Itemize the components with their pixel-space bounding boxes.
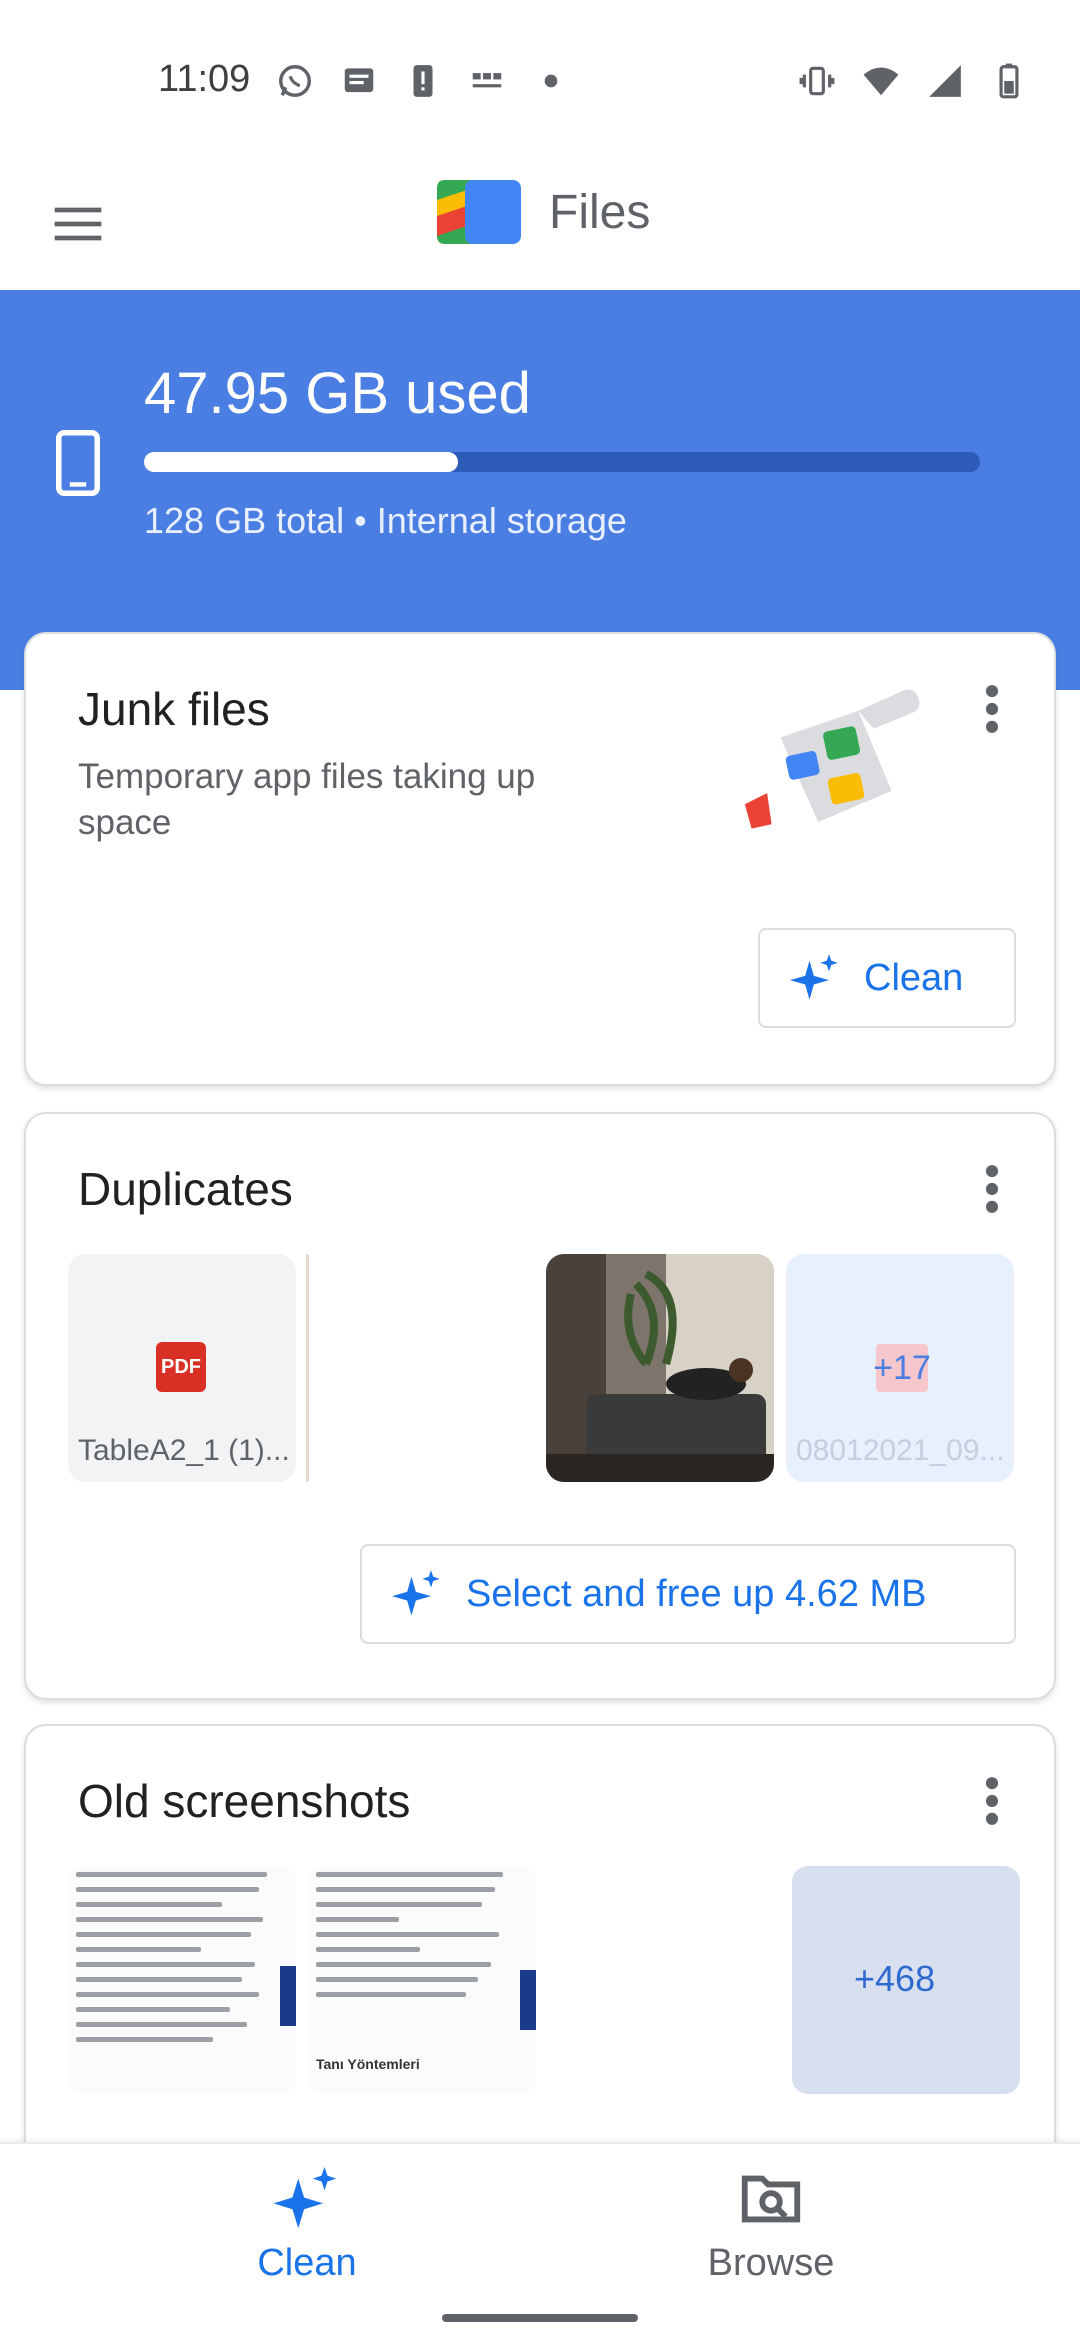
side-tab [520,1970,536,2030]
screenshot-text-lines [316,1872,524,2007]
system-icons [798,62,1028,100]
select-button-label: Select and free up 4.62 MB [466,1572,927,1615]
duplicate-blank-thumbnail[interactable] [306,1254,309,1482]
more-options-icon[interactable] [984,684,1000,734]
clean-junk-button[interactable]: Clean [758,928,1016,1028]
duplicate-photo-thumbnail[interactable] [546,1254,774,1482]
files-logo-icon [437,180,521,244]
sparkle-icon [392,1570,440,1616]
pdf-icon: PDF [156,1342,206,1392]
more-options-icon[interactable] [984,1164,1000,1214]
screenshot-heading-text: Tanı Yöntemleri [316,2056,420,2072]
storage-banner[interactable]: 47.95 GB used 128 GB total • Internal st… [0,290,1080,690]
screenshot-thumbnail[interactable]: Tanı Yöntemleri [308,1866,536,2094]
sparkle-icon [790,954,838,1000]
app-title-group: Files [437,180,650,244]
more-count-badge: +17 [873,1344,931,1392]
junk-files-card[interactable]: Junk files Temporary app files taking up… [24,632,1056,1086]
message-icon [344,68,374,93]
gesture-navigation-bar[interactable] [442,2314,638,2322]
file-name: 08012021_09... [796,1434,1005,1467]
dot-icon [544,74,558,88]
more-options-icon[interactable] [984,1776,1000,1826]
status-bar: 11:09 [0,0,1080,160]
signal-icon [929,65,961,97]
browse-folder-search-icon [741,2175,801,2223]
battery-icon [999,63,1019,99]
alert-icon [413,65,433,97]
duplicate-file-thumbnail[interactable]: PDF TableA2_1 (1)... [68,1254,296,1482]
duplicates-card[interactable]: Duplicates PDF TableA2_1 (1)... +17 0801… [24,1112,1056,1700]
screenshot-text-lines [76,1872,284,2052]
sparkle-icon [273,2166,337,2229]
room-photo-image [546,1254,774,1482]
notification-icons [276,62,570,100]
storage-used: 47.95 GB used [144,361,531,426]
wifi-icon [863,67,899,96]
card-subtitle: Temporary app files taking up space [78,757,536,842]
nav-label: Browse [707,2242,835,2284]
nav-browse-tab[interactable]: Browse [621,2164,921,2285]
more-count-badge: +468 [854,1958,936,1999]
storage-progress-fill [144,452,458,472]
card-title: Old screenshots [78,1775,411,1827]
vibrate-icon [799,66,835,96]
app-title: Files [549,185,651,239]
junk-broom-illustration-icon [744,689,920,829]
status-time: 11:09 [158,58,251,100]
duplicate-more-thumbnail[interactable]: +17 08012021_09... [786,1254,1014,1482]
screenshot-more-thumbnail[interactable]: +468 [792,1866,1020,2094]
news-icon [472,73,502,88]
file-name: TableA2_1 (1)... [78,1434,288,1467]
storage-progress-bar [144,452,980,472]
select-and-free-up-button[interactable]: Select and free up 4.62 MB [360,1544,1016,1644]
app-bar: Files [0,160,1080,290]
clean-button-label: Clean [864,956,964,999]
whatsapp-icon [279,65,311,97]
storage-total: 128 GB total • Internal storage [144,500,627,541]
screenshot-thumbnail[interactable] [68,1866,296,2094]
card-title: Junk files [78,683,270,735]
nav-label: Clean [257,2242,357,2284]
card-title: Duplicates [78,1163,293,1215]
old-screenshots-card[interactable]: Old screenshots Tanı Yöntemleri +468 [24,1724,1056,2204]
phone-icon [56,430,100,496]
bottom-navigation: Clean Browse [0,2142,1080,2340]
nav-clean-tab[interactable]: Clean [157,2164,457,2285]
menu-icon[interactable] [50,196,106,252]
side-tab [280,1966,296,2026]
